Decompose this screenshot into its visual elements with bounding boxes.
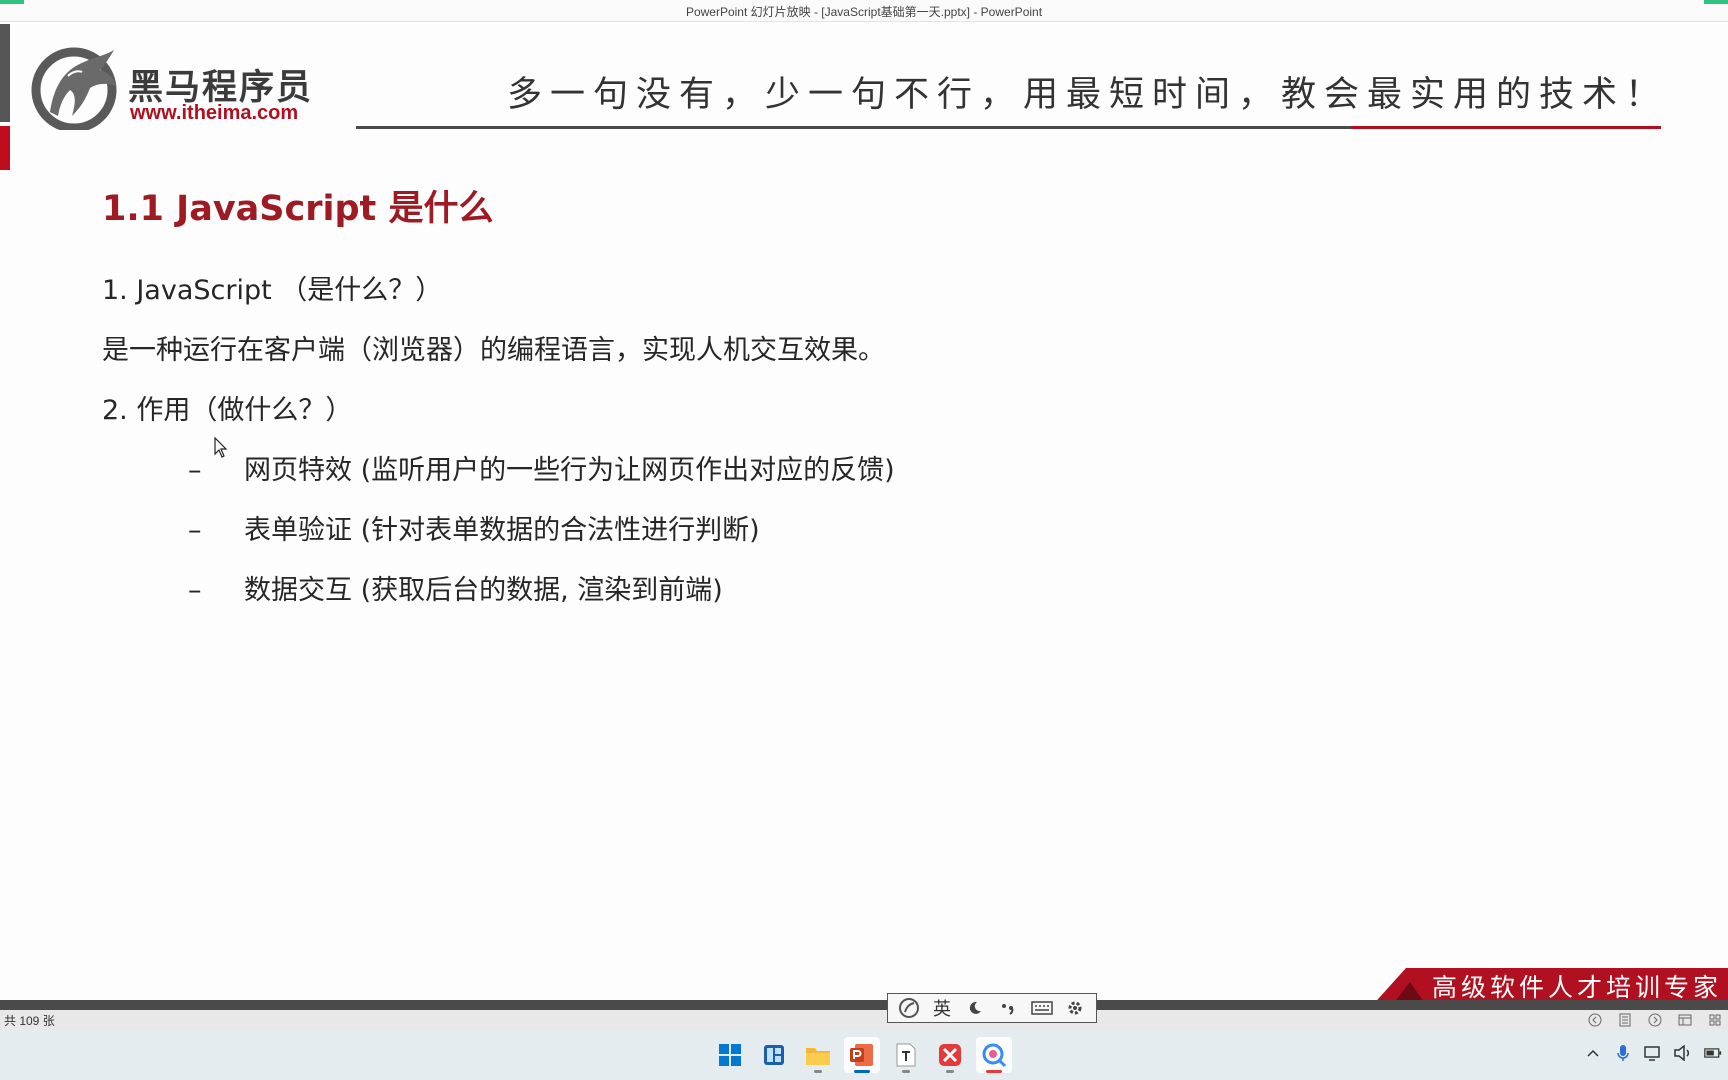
prev-icon[interactable] (1586, 1012, 1604, 1028)
file-explorer-icon[interactable] (800, 1037, 836, 1073)
header-divider (356, 126, 1351, 129)
bullet-marker: – (188, 515, 202, 546)
slide-canvas[interactable]: 黑马程序员 www.itheima.com 多一句没有，少一句不行，用最短时间，… (0, 22, 1728, 1000)
app-running-indicator (814, 1070, 822, 1073)
punctuation-icon[interactable] (995, 996, 1023, 1020)
footer-banner-text: 高级软件人才培训专家 (1431, 973, 1722, 1000)
volume-icon[interactable] (1674, 1044, 1692, 1062)
app-running-indicator (902, 1070, 910, 1073)
title-bar-accent-right (1704, 0, 1728, 4)
mouse-pointer-icon (214, 437, 228, 458)
app-running-indicator (986, 1070, 1002, 1073)
bullet-text: 数据交互 (获取后台的数据, 渲染到前端) (244, 575, 723, 606)
content-line: 1. JavaScript （是什么？） (102, 275, 443, 306)
window-title-bar: PowerPoint 幻灯片放映 - [JavaScript基础第一天.pptx… (0, 0, 1728, 22)
microphone-icon[interactable] (1614, 1044, 1632, 1062)
bullet-item: – 表单验证 (针对表单数据的合法性进行判断) (188, 508, 760, 547)
bullet-marker: – (188, 455, 202, 486)
slide-title: 1.1 JavaScript 是什么 (102, 189, 494, 229)
normal-view-icon[interactable] (1676, 1012, 1694, 1028)
battery-icon[interactable] (1704, 1044, 1722, 1062)
chevron-up-icon[interactable] (1584, 1044, 1602, 1062)
bullet-marker: – (188, 575, 202, 606)
powerpoint-icon[interactable] (844, 1037, 880, 1073)
bullet-item: – 数据交互 (获取后台的数据, 渲染到前端) (188, 568, 723, 607)
moon-icon[interactable] (961, 996, 989, 1020)
settings-icon[interactable] (1061, 996, 1089, 1020)
ime-toolbar[interactable]: 英 (887, 993, 1097, 1023)
window-title: PowerPoint 幻灯片放映 - [JavaScript基础第一天.pptx… (685, 5, 1043, 19)
screen-recorder-icon[interactable] (976, 1037, 1012, 1073)
header-divider-accent (1351, 126, 1661, 129)
network-icon[interactable] (1644, 1044, 1662, 1062)
system-tray (1584, 1044, 1722, 1062)
bullet-item: – 网页特效 (监听用户的一些行为让网页作出对应的反馈) (188, 448, 895, 487)
keyboard-icon[interactable] (1028, 996, 1056, 1020)
bullet-text: 网页特效 (监听用户的一些行为让网页作出对应的反馈) (244, 455, 895, 486)
slide-count: 共 109 张 (4, 1014, 55, 1028)
taskbar (0, 1030, 1728, 1080)
widgets-icon[interactable] (756, 1037, 792, 1073)
status-bar-controls (1586, 1012, 1724, 1028)
ime-mode-toggle[interactable]: 英 (928, 996, 956, 1020)
ime-logo-icon[interactable] (895, 996, 923, 1020)
start-icon[interactable] (712, 1037, 748, 1073)
slide-decor-bar-red (0, 126, 10, 170)
typora-icon[interactable] (888, 1037, 924, 1073)
next-icon[interactable] (1646, 1012, 1664, 1028)
status-bar: 共 109 张 (0, 1000, 1728, 1030)
xmind-icon[interactable] (932, 1037, 968, 1073)
taskbar-apps (712, 1037, 1012, 1073)
slide-sorter-icon[interactable] (1706, 1012, 1724, 1028)
notes-icon[interactable] (1616, 1012, 1634, 1028)
bullet-text: 表单验证 (针对表单数据的合法性进行判断) (244, 515, 760, 546)
content-line: 2. 作用（做什么？） (102, 395, 353, 426)
app-running-indicator (946, 1070, 954, 1073)
app-running-indicator (854, 1070, 870, 1073)
horse-logo-icon (31, 47, 117, 130)
logo-url: www.itheima.com (130, 102, 299, 124)
content-line: 是一种运行在客户端（浏览器）的编程语言，实现人机交互效果。 (102, 335, 885, 366)
slide-decor-bar-dark (0, 24, 10, 122)
slide-slogan: 多一句没有，少一句不行，用最短时间，教会最实用的技术！ (506, 75, 1668, 115)
